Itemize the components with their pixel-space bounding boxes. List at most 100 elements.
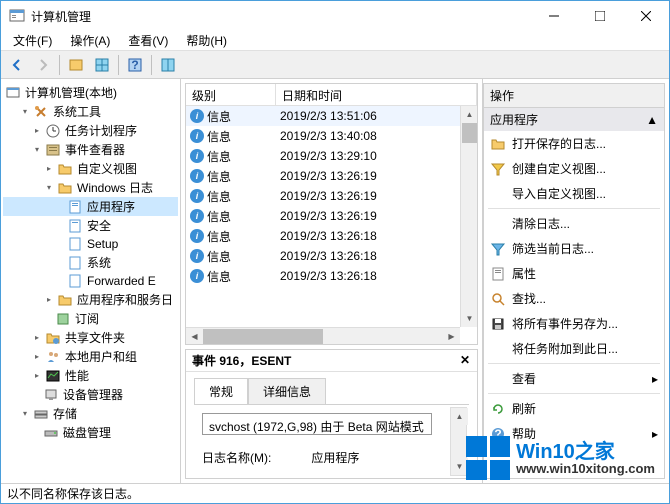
action-create-custom-view[interactable]: 创建自定义视图... xyxy=(484,156,664,181)
expand-toggle[interactable] xyxy=(31,332,43,344)
tree-disk-management[interactable]: 磁盘管理 xyxy=(3,423,178,442)
tree-device-manager[interactable]: 设备管理器 xyxy=(3,385,178,404)
datetime-text: 2019/2/3 13:26:19 xyxy=(276,168,477,184)
list-row[interactable]: i信息2019/2/3 13:26:18 xyxy=(186,266,477,286)
expand-toggle[interactable] xyxy=(31,351,43,363)
menu-view[interactable]: 查看(V) xyxy=(120,30,176,51)
tree-app-service-logs[interactable]: 应用程序和服务日 xyxy=(3,290,178,309)
action-view[interactable]: 查看 ▸ xyxy=(484,366,664,391)
scroll-down-button[interactable]: ▼ xyxy=(451,458,468,475)
list-row[interactable]: i信息2019/2/3 13:26:19 xyxy=(186,186,477,206)
log-icon xyxy=(67,199,83,215)
forward-button[interactable] xyxy=(31,53,55,77)
filter-icon xyxy=(490,161,506,177)
tree-forwarded[interactable]: Forwarded E xyxy=(3,272,178,290)
action-save-all[interactable]: 将所有事件另存为... xyxy=(484,311,664,336)
detail-close-button[interactable]: ✕ xyxy=(457,352,473,368)
column-datetime[interactable]: 日期和时间 xyxy=(276,84,477,105)
tree-system-tools[interactable]: 系统工具 xyxy=(3,102,178,121)
blank-icon xyxy=(490,216,506,232)
tree-event-viewer[interactable]: 事件查看器 xyxy=(3,140,178,159)
level-text: 信息 xyxy=(207,108,231,125)
tree-storage[interactable]: 存储 xyxy=(3,404,178,423)
menu-action[interactable]: 操作(A) xyxy=(62,30,118,51)
tree-system[interactable]: 系统 xyxy=(3,253,178,272)
maximize-button[interactable] xyxy=(577,1,623,31)
level-text: 信息 xyxy=(207,268,231,285)
datetime-text: 2019/2/3 13:26:19 xyxy=(276,208,477,224)
scroll-up-button[interactable]: ▲ xyxy=(461,106,478,123)
minimize-button[interactable] xyxy=(531,1,577,31)
datetime-text: 2019/2/3 13:26:19 xyxy=(276,188,477,204)
tree-root[interactable]: 计算机管理(本地) xyxy=(3,83,178,102)
vertical-scrollbar[interactable]: ▲ ▼ xyxy=(460,106,477,327)
expand-toggle[interactable] xyxy=(31,370,43,382)
tree-subscriptions[interactable]: 订阅 xyxy=(3,309,178,328)
list-row[interactable]: i信息2019/2/3 13:26:18 xyxy=(186,246,477,266)
datetime-text: 2019/2/3 13:40:08 xyxy=(276,128,477,144)
tab-details[interactable]: 详细信息 xyxy=(248,378,326,404)
tree-security[interactable]: 安全 xyxy=(3,216,178,235)
expand-toggle[interactable] xyxy=(43,163,55,175)
collapse-icon[interactable]: ▲ xyxy=(646,113,658,127)
list-row[interactable]: i信息2019/2/3 13:26:19 xyxy=(186,166,477,186)
help-button[interactable]: ? xyxy=(123,53,147,77)
tab-general[interactable]: 常规 xyxy=(194,378,248,404)
action-find[interactable]: 查找... xyxy=(484,286,664,311)
scroll-up-button[interactable]: ▲ xyxy=(451,408,468,425)
expand-toggle[interactable] xyxy=(31,144,43,156)
statusbar: 以不同名称保存该日志。 xyxy=(1,483,669,503)
actions-group-header[interactable]: 应用程序 ▲ xyxy=(484,108,664,131)
close-button[interactable] xyxy=(623,1,669,31)
toolbar-icon-2[interactable] xyxy=(90,53,114,77)
tree-setup[interactable]: Setup xyxy=(3,235,178,253)
action-help[interactable]: ? 帮助 ▸ xyxy=(484,421,664,446)
back-button[interactable] xyxy=(5,53,29,77)
list-row[interactable]: i信息2019/2/3 13:26:19 xyxy=(186,206,477,226)
list-row[interactable]: i信息2019/2/3 13:40:08 xyxy=(186,126,477,146)
scroll-right-button[interactable]: ▶ xyxy=(443,328,460,345)
expand-toggle[interactable] xyxy=(19,408,31,420)
tree-panel[interactable]: 计算机管理(本地) 系统工具 任务计划程序 事件查看器 自定义视图 xyxy=(1,79,181,483)
log-icon xyxy=(67,218,83,234)
level-text: 信息 xyxy=(207,228,231,245)
list-row[interactable]: i信息2019/2/3 13:29:10 xyxy=(186,146,477,166)
tree-application[interactable]: 应用程序 xyxy=(3,197,178,216)
horizontal-scrollbar[interactable]: ◀ ▶ xyxy=(186,327,460,344)
tree-local-users[interactable]: 本地用户和组 xyxy=(3,347,178,366)
info-icon: i xyxy=(190,149,204,163)
tree-shared-folders[interactable]: 共享文件夹 xyxy=(3,328,178,347)
log-name-value: 应用程序 xyxy=(311,449,359,466)
tree-custom-views[interactable]: 自定义视图 xyxy=(3,159,178,178)
menu-file[interactable]: 文件(F) xyxy=(5,30,60,51)
expand-toggle[interactable] xyxy=(43,182,55,194)
info-icon: i xyxy=(190,249,204,263)
action-filter-current[interactable]: 筛选当前日志... xyxy=(484,236,664,261)
list-row[interactable]: i信息2019/2/3 13:26:18 xyxy=(186,226,477,246)
toolbar-icon-3[interactable] xyxy=(156,53,180,77)
menu-help[interactable]: 帮助(H) xyxy=(178,30,235,51)
column-level[interactable]: 级别 xyxy=(186,84,276,105)
tree-performance[interactable]: 性能 xyxy=(3,366,178,385)
action-open-saved-log[interactable]: 打开保存的日志... xyxy=(484,131,664,156)
expand-toggle[interactable] xyxy=(31,125,43,137)
action-clear-log[interactable]: 清除日志... xyxy=(484,211,664,236)
toolbar-icon-1[interactable] xyxy=(64,53,88,77)
filter-icon xyxy=(490,241,506,257)
subscription-icon xyxy=(55,311,71,327)
action-attach-task[interactable]: 将任务附加到此日... xyxy=(484,336,664,361)
expand-toggle[interactable] xyxy=(19,106,31,118)
blank-icon xyxy=(490,186,506,202)
action-import-custom-view[interactable]: 导入自定义视图... xyxy=(484,181,664,206)
tree-task-scheduler[interactable]: 任务计划程序 xyxy=(3,121,178,140)
event-list[interactable]: 级别 日期和时间 i信息2019/2/3 13:51:06i信息2019/2/3… xyxy=(185,83,478,345)
action-refresh[interactable]: 刷新 xyxy=(484,396,664,421)
expand-toggle[interactable] xyxy=(43,294,55,306)
action-properties[interactable]: 属性 xyxy=(484,261,664,286)
level-text: 信息 xyxy=(207,148,231,165)
scroll-down-button[interactable]: ▼ xyxy=(461,310,478,327)
blank-icon xyxy=(490,371,506,387)
scroll-left-button[interactable]: ◀ xyxy=(186,328,203,345)
tree-windows-logs[interactable]: Windows 日志 xyxy=(3,178,178,197)
list-row[interactable]: i信息2019/2/3 13:51:06 xyxy=(186,106,477,126)
